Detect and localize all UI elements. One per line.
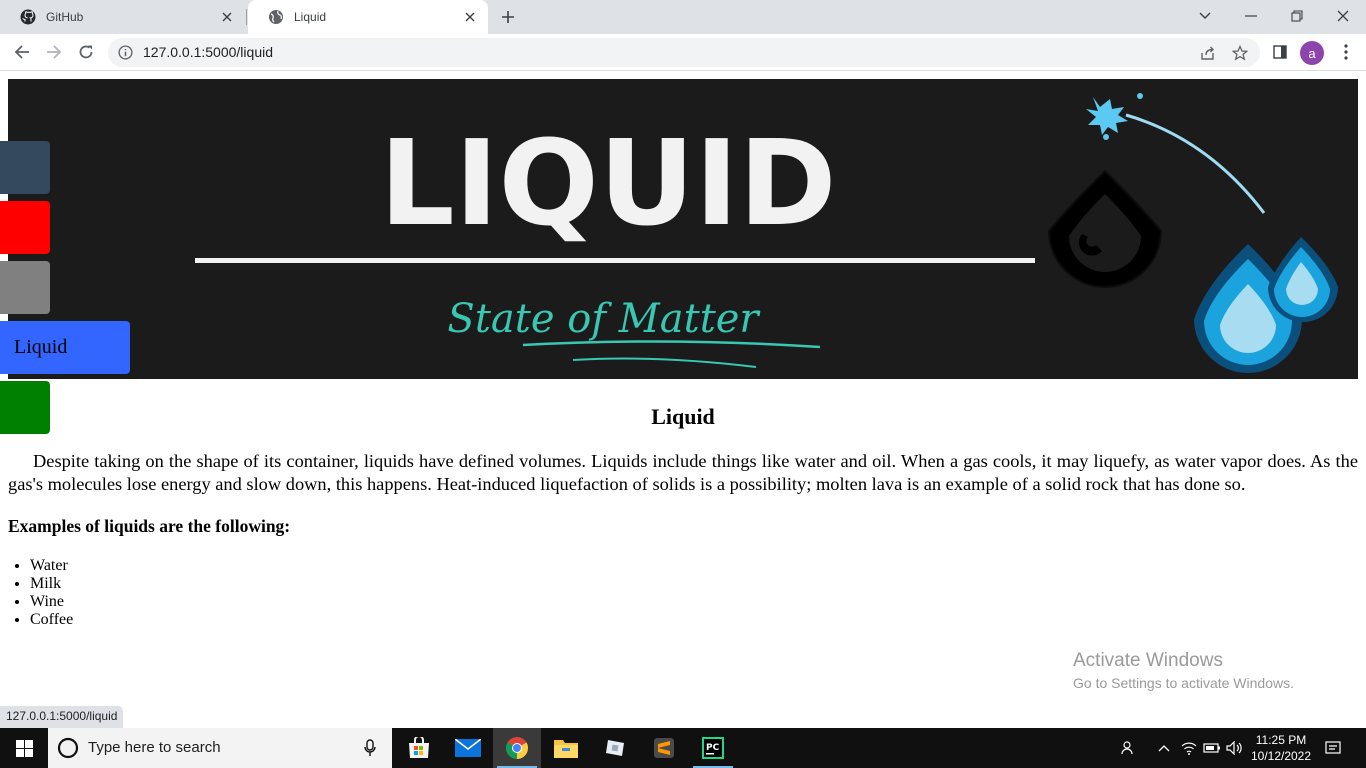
file-explorer-icon[interactable] <box>542 728 590 768</box>
drop-icon <box>1047 169 1163 288</box>
list-item: Coffee <box>30 611 1358 629</box>
close-icon[interactable] <box>219 9 235 25</box>
status-bubble: 127.0.0.1:5000/liquid <box>0 706 124 728</box>
reload-icon <box>79 45 93 59</box>
system-clock[interactable]: 11:25 PM 10/12/2022 <box>1248 732 1314 764</box>
star-icon[interactable] <box>1231 44 1249 62</box>
people-icon[interactable] <box>1120 739 1138 757</box>
list-item: Wine <box>30 593 1358 611</box>
mail-icon[interactable] <box>444 728 492 768</box>
examples-heading: Examples of liquids are the following: <box>8 516 291 536</box>
side-panel-icon <box>1273 45 1287 59</box>
side-nav-item-3[interactable] <box>0 261 50 314</box>
wifi-icon[interactable] <box>1180 739 1198 757</box>
browser-toolbar: 127.0.0.1:5000/liquid a <box>0 34 1366 71</box>
watermark-title: Activate Windows <box>1073 650 1223 671</box>
battery-icon[interactable] <box>1203 739 1221 757</box>
start-button[interactable] <box>0 728 48 768</box>
chrome-icon[interactable] <box>493 728 541 768</box>
banner-image: LIQUID State of Matter <box>8 79 1358 379</box>
sublime-text-icon[interactable] <box>640 728 688 768</box>
water-drops-icon <box>1194 237 1338 373</box>
banner-title: LIQUID <box>379 114 836 252</box>
description-paragraph: Despite taking on the shape of its conta… <box>8 451 1358 494</box>
page-viewport: LIQUID State of Matter Liquid Liquid Des… <box>0 72 1366 728</box>
tab-github[interactable]: GitHub <box>0 0 245 34</box>
microphone-icon[interactable] <box>364 739 376 757</box>
tab-search-button[interactable] <box>1192 4 1218 28</box>
taskbar-search-box[interactable]: Type here to search <box>48 728 392 768</box>
tab-divider <box>246 9 247 25</box>
info-icon[interactable] <box>118 45 133 60</box>
close-icon <box>1337 10 1349 22</box>
side-nav-item-1[interactable] <box>0 141 50 194</box>
clock-time: 11:25 PM <box>1255 733 1307 747</box>
pycharm-icon[interactable]: PC <box>689 728 737 768</box>
minimize-button[interactable] <box>1238 4 1264 28</box>
tab-liquid[interactable]: Liquid <box>248 0 488 34</box>
activate-windows-watermark: Activate Windows Go to Settings to activ… <box>1073 650 1294 691</box>
search-icon <box>57 737 79 759</box>
arrow-right-icon <box>47 45 62 59</box>
new-tab-button[interactable] <box>498 7 518 27</box>
github-icon <box>20 9 36 25</box>
restore-button[interactable] <box>1284 4 1310 28</box>
side-nav-item-liquid[interactable]: Liquid <box>0 321 130 374</box>
app-icon[interactable] <box>591 728 639 768</box>
taskbar: Type here to search PC 11:25 PM 10/12/20… <box>0 728 1366 768</box>
url-text: 127.0.0.1:5000/liquid <box>143 44 273 60</box>
minimize-icon <box>1245 15 1257 17</box>
address-bar[interactable]: 127.0.0.1:5000/liquid <box>108 38 1260 67</box>
windows-logo-icon <box>15 739 33 757</box>
svg-text:PC: PC <box>706 743 720 753</box>
main-content: Liquid Despite taking on the shape of it… <box>8 402 1358 629</box>
microsoft-store-icon[interactable] <box>395 728 443 768</box>
side-panel-button[interactable] <box>1268 40 1292 64</box>
globe-icon <box>268 9 284 25</box>
volume-icon[interactable] <box>1226 739 1244 757</box>
list-item: Milk <box>30 575 1358 593</box>
reload-button[interactable] <box>74 40 98 64</box>
banner-subtitle: State of Matter <box>447 296 761 342</box>
back-button[interactable] <box>10 40 34 64</box>
tab-title: Liquid <box>294 10 327 24</box>
close-window-button[interactable] <box>1330 4 1356 28</box>
chevron-down-icon <box>1199 12 1211 19</box>
clock-date: 10/12/2022 <box>1250 749 1312 763</box>
share-icon[interactable] <box>1199 44 1217 62</box>
page-title: Liquid <box>651 404 715 429</box>
close-icon[interactable] <box>462 9 478 25</box>
tab-title: GitHub <box>46 10 84 24</box>
restore-icon <box>1291 10 1303 22</box>
forward-button[interactable] <box>42 40 66 64</box>
examples-list: Water Milk Wine Coffee <box>8 557 1358 629</box>
watermark-subtitle: Go to Settings to activate Windows. <box>1073 675 1294 691</box>
notifications-icon[interactable] <box>1324 739 1342 757</box>
browser-tab-strip: GitHub Liquid <box>0 0 1366 34</box>
search-placeholder: Type here to search <box>88 739 221 756</box>
plus-icon <box>502 11 514 23</box>
side-nav-item-2[interactable] <box>0 201 50 254</box>
menu-button[interactable] <box>1334 40 1358 64</box>
chevron-up-icon[interactable] <box>1155 739 1173 757</box>
kebab-menu-icon <box>1344 44 1348 60</box>
list-item: Water <box>30 557 1358 575</box>
arrow-left-icon <box>14 45 29 59</box>
avatar[interactable]: a <box>1300 41 1324 65</box>
